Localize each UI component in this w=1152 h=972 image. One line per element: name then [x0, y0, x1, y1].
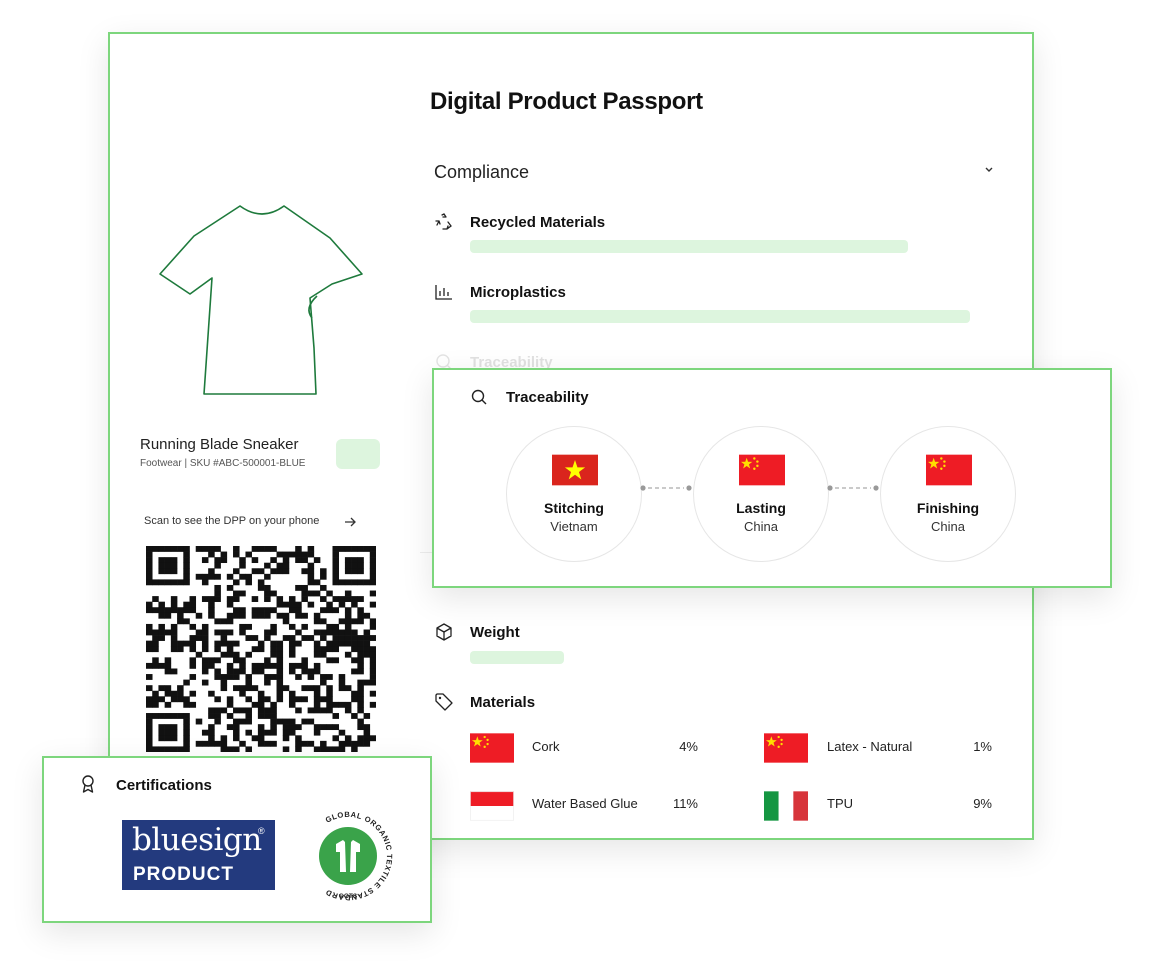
material-name: Cork	[532, 739, 560, 754]
chevron-down-icon[interactable]	[982, 162, 996, 176]
material-name: TPU	[827, 796, 853, 811]
arrow-right-icon[interactable]	[344, 516, 357, 528]
gots-logo: GLOBAL ORGANIC TEXTILE STANDARD · GOTS ·	[302, 810, 394, 902]
stage-connector	[827, 485, 879, 491]
china-flag-icon	[739, 453, 785, 487]
metric-materials: Materials	[470, 694, 536, 711]
page-title: Digital Product Passport	[430, 88, 703, 115]
stage-stitching[interactable]: Stitching Vietnam	[506, 426, 642, 562]
product-badge	[336, 439, 380, 469]
svg-text:· GOTS ·: · GOTS ·	[335, 893, 361, 900]
certifications-title: Certifications	[116, 777, 212, 794]
stage-country: Vietnam	[550, 519, 598, 534]
stage-country: China	[931, 519, 965, 534]
metric-microplastics: Microplastics	[470, 284, 566, 301]
scan-link[interactable]: Scan to see the DPP on your phone	[144, 515, 319, 527]
award-icon	[82, 775, 94, 793]
stage-finishing[interactable]: Finishing China	[880, 426, 1016, 562]
compliance-header[interactable]: Compliance	[434, 162, 529, 183]
bluesign-sub: PRODUCT	[133, 864, 234, 885]
china-flag-icon	[926, 453, 972, 487]
bluesign-name: bluesign	[132, 822, 262, 858]
stage-name: Lasting	[736, 500, 786, 516]
product-name: Running Blade Sneaker	[140, 436, 299, 453]
weight-bar	[470, 651, 564, 664]
china-flag-icon	[470, 731, 514, 765]
qr-code	[146, 546, 376, 752]
traceability-title: Traceability	[506, 389, 589, 406]
recycled-bar	[470, 240, 908, 253]
tag-icon	[435, 693, 453, 711]
material-name: Water Based Glue	[532, 796, 638, 811]
metric-recycled-materials: Recycled Materials	[470, 214, 606, 231]
box-icon	[436, 623, 452, 641]
certifications-card: Certifications bluesign ® PRODUCT GLOBAL…	[42, 756, 432, 923]
product-meta: Footwear | SKU #ABC-500001-BLUE	[140, 458, 306, 469]
stage-name: Stitching	[544, 500, 604, 516]
stage-name: Finishing	[916, 500, 980, 516]
china-flag-icon	[764, 731, 808, 765]
traceability-card: Traceability Stitching Vietnam Lasting C…	[432, 368, 1112, 588]
stage-lasting[interactable]: Lasting China	[693, 426, 829, 562]
material-pct: 9%	[973, 796, 992, 811]
material-pct: 11%	[672, 796, 698, 811]
metric-weight: Weight	[470, 624, 520, 641]
vietnam-flag-icon	[552, 453, 598, 487]
bluesign-logo: bluesign ® PRODUCT	[122, 820, 275, 890]
material-pct: 1%	[973, 739, 992, 754]
search-icon	[471, 389, 487, 405]
microplastics-bar	[470, 310, 970, 323]
stage-connector	[640, 485, 692, 491]
indonesia-flag-icon	[470, 789, 514, 823]
bar-chart-icon	[435, 285, 452, 300]
material-name: Latex - Natural	[827, 739, 913, 754]
material-pct: 4%	[679, 739, 698, 754]
bluesign-reg: ®	[258, 826, 265, 836]
italy-flag-icon	[764, 789, 808, 823]
stage-country: China	[744, 519, 778, 534]
tshirt-icon	[159, 205, 363, 395]
recycle-icon	[435, 213, 452, 230]
